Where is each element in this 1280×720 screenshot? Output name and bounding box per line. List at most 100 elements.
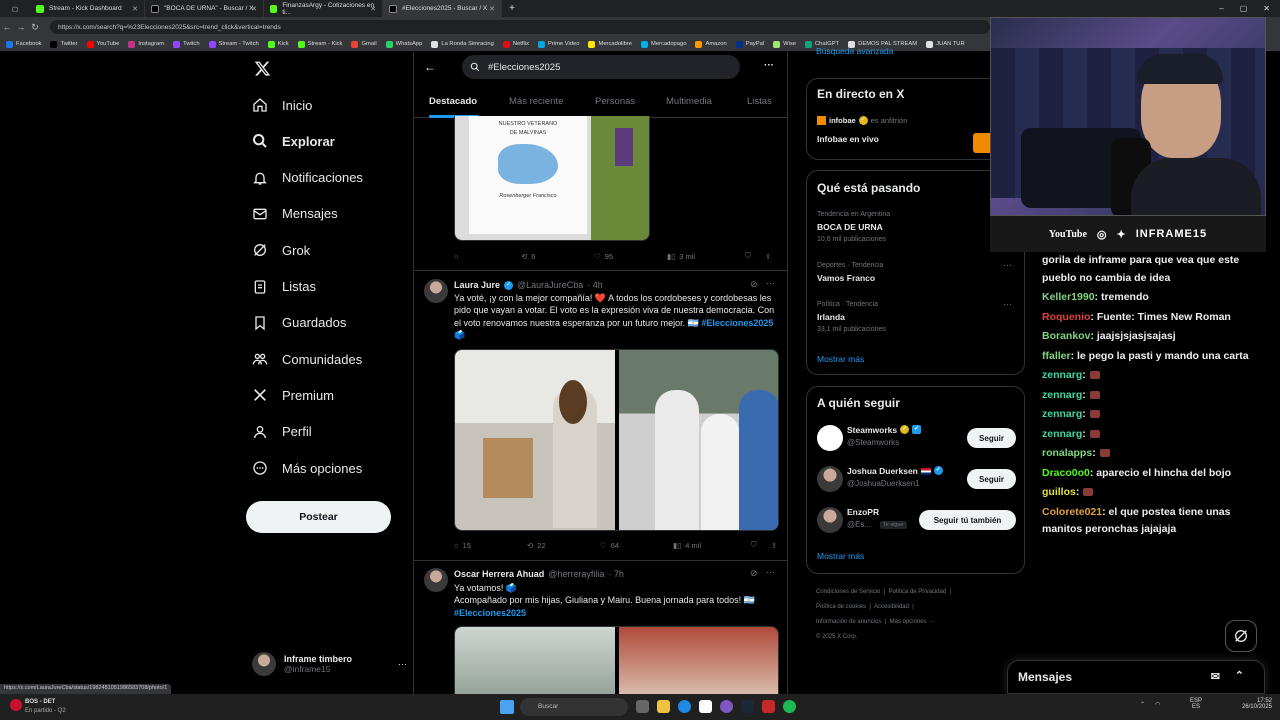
close-icon[interactable]: ✕ bbox=[251, 5, 257, 13]
close-icon[interactable]: ✕ bbox=[132, 5, 138, 13]
new-message-icon[interactable]: ✉ bbox=[1211, 670, 1220, 683]
author-handle[interactable]: @LauraJureCba bbox=[517, 280, 583, 290]
footer-link[interactable]: Política de Privacidad bbox=[889, 589, 947, 595]
nav-item-perfil[interactable]: Perfil bbox=[252, 424, 312, 440]
bookmark-item[interactable]: Netflix bbox=[502, 40, 529, 48]
footer-link[interactable]: Accesibilidad bbox=[874, 604, 909, 610]
author-name[interactable]: Laura Jure bbox=[454, 280, 500, 290]
live-stream-title[interactable]: Infobae en vivo bbox=[817, 134, 879, 144]
close-icon[interactable]: ✕ bbox=[489, 5, 495, 13]
bookmark-item[interactable]: Amazon bbox=[695, 40, 727, 48]
search-input[interactable]: #Elecciones2025 bbox=[462, 55, 740, 79]
tweet-time[interactable]: · 7h bbox=[608, 569, 624, 579]
retweet-button[interactable]: ⟲ 6 bbox=[521, 251, 594, 261]
messages-drawer[interactable]: Mensajes ✉ ⌃ bbox=[1007, 660, 1265, 694]
widget-title[interactable]: BOS - DET bbox=[25, 699, 55, 705]
discord-icon[interactable] bbox=[720, 700, 733, 713]
bookmark-item[interactable]: JUAN TUR bbox=[926, 40, 965, 48]
more-icon[interactable]: ··· bbox=[766, 278, 775, 288]
bookmark-item[interactable]: Gmail bbox=[351, 40, 377, 48]
nav-item-mensajes[interactable]: Mensajes bbox=[252, 206, 338, 222]
spotify-icon[interactable] bbox=[783, 700, 796, 713]
follow-button[interactable]: Seguir bbox=[967, 428, 1016, 448]
more-icon[interactable]: ··· bbox=[1003, 299, 1012, 309]
chevron-up-icon[interactable]: ⌃ bbox=[1235, 669, 1244, 682]
reload-icon[interactable]: ↻ bbox=[28, 22, 42, 33]
nav-item-grok[interactable]: Grok bbox=[252, 242, 310, 258]
show-more-link[interactable]: Mostrar más bbox=[817, 354, 864, 364]
chat-username[interactable]: ffaller bbox=[1042, 350, 1071, 362]
tab-personas[interactable]: Personas bbox=[595, 96, 635, 107]
task-view-icon[interactable] bbox=[636, 700, 649, 713]
advanced-search-link[interactable]: Búsqueda avanzada bbox=[816, 46, 894, 56]
nav-item-m-s-opciones[interactable]: Más opciones bbox=[252, 460, 362, 476]
bookmark-item[interactable]: La Ronda Simracing bbox=[431, 40, 494, 48]
show-more-link[interactable]: Mostrar más bbox=[817, 551, 864, 561]
chat-username[interactable]: zennarg bbox=[1042, 389, 1082, 401]
bookmark-item[interactable]: YouTube bbox=[86, 40, 119, 48]
edge-icon[interactable] bbox=[678, 700, 691, 713]
bookmark-item[interactable]: Stream - Kick bbox=[297, 40, 342, 48]
like-button[interactable]: ♡ 95 bbox=[594, 251, 667, 261]
back-arrow-icon[interactable]: ← bbox=[424, 60, 436, 74]
grok-icon[interactable]: ⊘ bbox=[750, 568, 758, 579]
hashtag-link[interactable]: #Elecciones2025 bbox=[701, 318, 773, 328]
footer-link[interactable]: Política de cookies bbox=[816, 604, 866, 610]
bookmark-item[interactable]: Mercadopago bbox=[641, 40, 686, 48]
taskbar-search[interactable]: Buscar bbox=[520, 698, 628, 716]
nav-item-comunidades[interactable]: Comunidades bbox=[252, 351, 362, 367]
tab-multimedia[interactable]: Multimedia bbox=[666, 96, 712, 107]
tweet-time[interactable]: · 4h bbox=[587, 280, 603, 290]
windows-start-icon[interactable] bbox=[500, 700, 514, 714]
bookmark-item[interactable]: Stream - Twitch bbox=[208, 40, 259, 48]
tweet-image[interactable]: NUESTRO VETERANO DE MALVINAS Rosenberger… bbox=[454, 116, 650, 241]
nav-item-guardados[interactable]: Guardados bbox=[252, 315, 346, 331]
wifi-icon[interactable]: ◠ bbox=[1155, 701, 1160, 708]
like-button[interactable]: ♡ 64 bbox=[600, 540, 673, 550]
bookmark-item[interactable]: Prime Video bbox=[538, 40, 579, 48]
new-tab-button[interactable]: + bbox=[502, 3, 522, 14]
footer-link[interactable]: Condiciones de Servicio bbox=[816, 589, 880, 595]
bookmark-button[interactable]: ⛉ bbox=[751, 540, 771, 550]
photo[interactable] bbox=[619, 627, 778, 694]
nav-item-premium[interactable]: Premium bbox=[252, 387, 334, 403]
tab-mas-reciente[interactable]: Más reciente bbox=[509, 96, 563, 107]
share-button[interactable]: ⇪ bbox=[771, 540, 777, 550]
bookmark-item[interactable]: Wise bbox=[773, 40, 796, 48]
app-icon[interactable] bbox=[762, 700, 775, 713]
share-button[interactable]: ⇪ bbox=[765, 251, 771, 261]
grok-float-button[interactable] bbox=[1225, 620, 1257, 652]
bookmark-item[interactable]: Mercadolibre bbox=[588, 40, 632, 48]
footer-link[interactable]: Información de anuncios bbox=[816, 619, 881, 625]
x-logo-icon[interactable] bbox=[254, 60, 271, 77]
bookmark-item[interactable]: PayPal bbox=[735, 40, 764, 48]
views-button[interactable]: ▮▯ 4 mil bbox=[673, 540, 751, 550]
post-button[interactable]: Postear bbox=[246, 501, 391, 533]
tab-overview-icon[interactable]: ▢ bbox=[0, 0, 30, 17]
url-field[interactable]: https://x.com/search?q=%23Elecciones2025… bbox=[50, 20, 990, 34]
minimize-icon[interactable]: – bbox=[1219, 4, 1223, 13]
back-icon[interactable]: ← bbox=[0, 22, 14, 32]
store-icon[interactable] bbox=[699, 700, 712, 713]
nav-item-explorar[interactable]: Explorar bbox=[252, 133, 335, 149]
browser-tab[interactable]: Stream - Kick Dashboard ✕ bbox=[30, 0, 145, 17]
browser-tab[interactable]: FinanzasArgy - Cotizaciones en ti... ✕ bbox=[264, 0, 383, 17]
tweet-media[interactable] bbox=[454, 349, 779, 531]
chevron-up-icon[interactable]: ⌃ bbox=[1140, 701, 1145, 708]
reply-button[interactable]: ○ bbox=[454, 251, 521, 261]
chat-username[interactable]: Colorete021 bbox=[1042, 506, 1102, 518]
author-handle[interactable]: @herrerayfilia bbox=[548, 569, 604, 579]
nav-item-listas[interactable]: Listas bbox=[252, 279, 316, 295]
chat-username[interactable]: zennarg bbox=[1042, 428, 1082, 440]
chat-username[interactable]: guillos bbox=[1042, 486, 1076, 498]
more-icon[interactable]: ··· bbox=[1003, 260, 1012, 270]
photo-voting[interactable] bbox=[455, 350, 615, 530]
browser-tab-active[interactable]: #Elecciones2025 - Buscar / X ✕ bbox=[383, 0, 502, 17]
views-button[interactable]: ▮▯ 3 mil bbox=[667, 251, 745, 261]
bookmark-item[interactable]: Kick bbox=[267, 40, 289, 48]
chat-username[interactable]: Keller1990 bbox=[1042, 291, 1095, 303]
bookmark-item[interactable]: Instagram bbox=[128, 40, 164, 48]
photo-family[interactable] bbox=[619, 350, 778, 530]
nav-item-notificaciones[interactable]: Notificaciones bbox=[252, 170, 363, 186]
account-switcher[interactable]: Inframe timbero @inframe15 ··· bbox=[252, 652, 407, 676]
